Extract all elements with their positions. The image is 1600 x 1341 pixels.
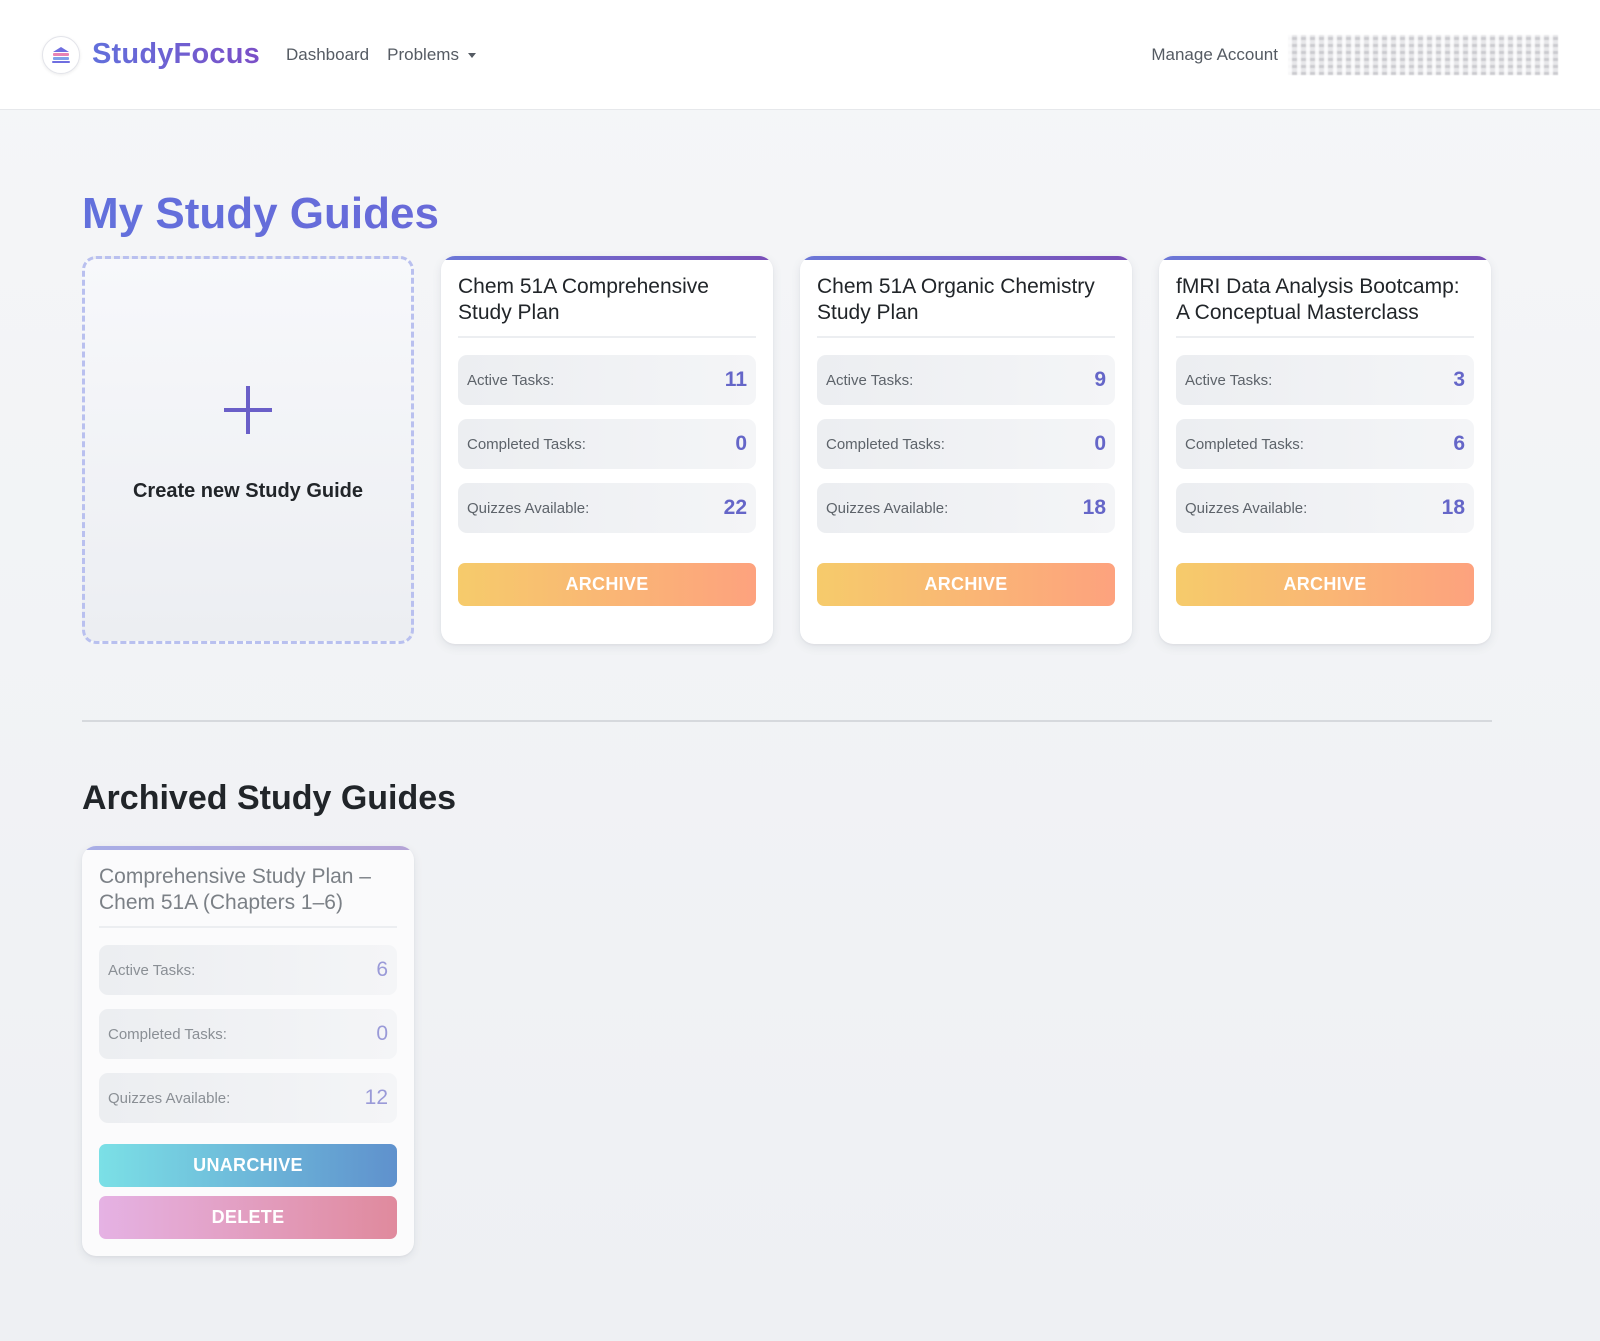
completed-tasks-stat: Completed Tasks: 0 [99,1009,397,1059]
stat-label: Active Tasks: [467,371,555,389]
section-divider [82,720,1492,722]
manage-account-link[interactable]: Manage Account [1151,45,1278,65]
archived-section-title: Archived Study Guides [82,779,457,817]
nav-link-label: Dashboard [285,44,370,64]
archived-guides-row: Comprehensive Study Plan – Chem 51A (Cha… [82,846,1518,1256]
active-tasks-stat: Active Tasks: 3 [1176,355,1474,405]
quizzes-available-stat: Quizzes Available: 18 [1176,483,1474,533]
study-guide-title: fMRI Data Analysis Bootcamp: A Conceptua… [1176,274,1474,338]
stat-label: Quizzes Available: [1185,499,1308,517]
active-tasks-stat: Active Tasks: 6 [99,945,397,995]
stat-label: Completed Tasks: [826,435,945,453]
stat-label: Completed Tasks: [108,1025,227,1043]
stat-value: 9 [1094,368,1106,391]
nav-link-label: Problems [387,44,459,64]
stat-value: 3 [1453,368,1465,391]
study-guide-card[interactable]: Chem 51A Comprehensive Study Plan Active… [441,256,773,644]
stat-label: Active Tasks: [1185,371,1273,389]
brand[interactable]: StudyFocus [42,35,260,74]
caret-down-icon [467,53,476,58]
study-guide-title: Chem 51A Comprehensive Study Plan [458,274,756,338]
nav-link-problems[interactable]: Problems [387,45,476,65]
active-tasks-stat: Active Tasks: 11 [458,355,756,405]
study-guides-row: Create new Study Guide Chem 51A Comprehe… [82,256,1518,644]
stat-value: 18 [1082,496,1106,519]
stat-value: 11 [724,368,747,391]
archived-study-guide-card[interactable]: Comprehensive Study Plan – Chem 51A (Cha… [82,846,414,1256]
nav-links: Dashboard Problems [286,45,494,65]
completed-tasks-stat: Completed Tasks: 6 [1176,419,1474,469]
create-study-guide-label: Create new Study Guide [132,479,364,502]
unarchive-button[interactable]: UNARCHIVE [99,1144,397,1187]
quizzes-available-stat: Quizzes Available: 22 [458,483,756,533]
page-title: My Study Guides [82,188,1518,240]
study-guide-title: Comprehensive Study Plan – Chem 51A (Cha… [99,864,397,928]
plus-icon [224,385,272,434]
top-navbar: StudyFocus Dashboard Problems Manage Acc… [0,0,1600,110]
study-guide-card[interactable]: fMRI Data Analysis Bootcamp: A Conceptua… [1159,256,1491,644]
archive-button[interactable]: ARCHIVE [458,563,756,606]
brand-name[interactable]: StudyFocus [92,38,260,71]
stat-label: Completed Tasks: [1185,435,1304,453]
stat-label: Completed Tasks: [467,435,586,453]
stat-value: 6 [1453,432,1465,455]
main-content: My Study Guides Create new Study Guide C… [0,188,1600,1256]
stat-label: Quizzes Available: [108,1089,231,1107]
quizzes-available-stat: Quizzes Available: 12 [99,1073,397,1123]
redacted-user-email [1288,34,1558,75]
delete-button[interactable]: DELETE [99,1196,397,1239]
stat-value: 0 [376,1022,388,1045]
archive-button[interactable]: ARCHIVE [1176,563,1474,606]
stat-value: 18 [1441,496,1465,519]
quizzes-available-stat: Quizzes Available: 18 [817,483,1115,533]
stat-label: Quizzes Available: [826,499,949,517]
stat-label: Active Tasks: [826,371,914,389]
active-tasks-stat: Active Tasks: 9 [817,355,1115,405]
stat-value: 0 [735,432,747,455]
stat-value: 0 [1094,432,1106,455]
book-stack-icon [42,35,80,74]
stat-value: 6 [376,958,388,981]
archive-button[interactable]: ARCHIVE [817,563,1115,606]
create-study-guide-card[interactable]: Create new Study Guide [82,256,414,644]
stat-value: 22 [723,496,747,519]
nav-right: Manage Account [1151,34,1558,75]
nav-link-dashboard[interactable]: Dashboard [286,45,369,65]
completed-tasks-stat: Completed Tasks: 0 [817,419,1115,469]
study-guide-title: Chem 51A Organic Chemistry Study Plan [817,274,1115,338]
stat-label: Active Tasks: [108,961,196,979]
study-guide-card[interactable]: Chem 51A Organic Chemistry Study Plan Ac… [800,256,1132,644]
stat-value: 12 [364,1086,388,1109]
completed-tasks-stat: Completed Tasks: 0 [458,419,756,469]
stat-label: Quizzes Available: [467,499,590,517]
